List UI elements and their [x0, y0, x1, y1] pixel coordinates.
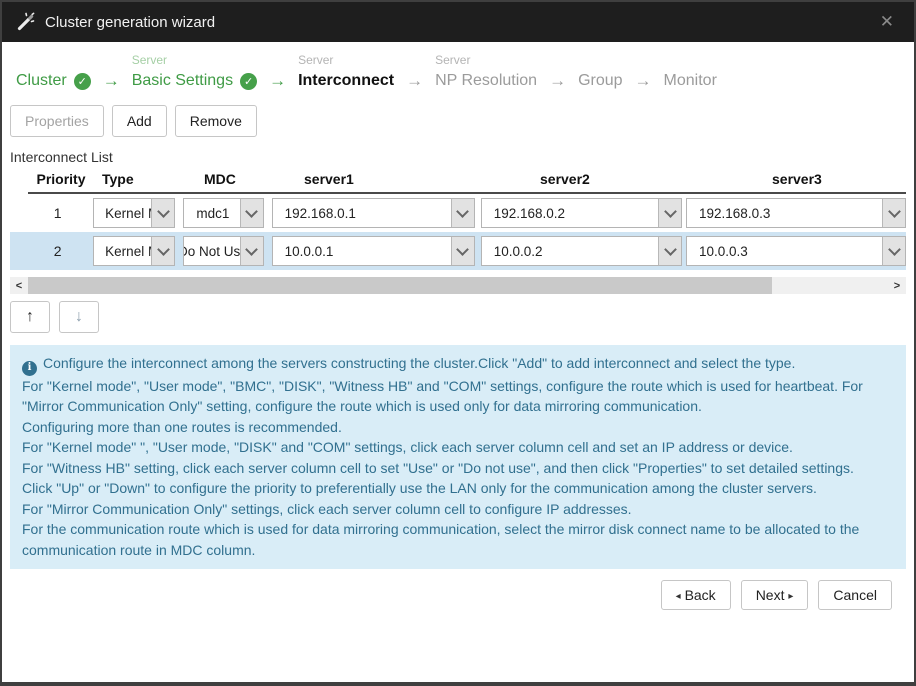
step-np-resolution-label: NP Resolution: [435, 72, 537, 90]
step-group[interactable]: Group: [578, 52, 622, 93]
horizontal-scrollbar[interactable]: < >: [10, 277, 906, 294]
move-down-button[interactable]: ↓: [59, 301, 99, 333]
step-basic-settings[interactable]: Server Basic Settings✓: [132, 52, 257, 93]
info-line: For "Kernel mode", "User mode", "BMC", "…: [22, 376, 894, 417]
column-header-priority: Priority: [30, 171, 92, 187]
info-line: For "Witness HB" setting, click each ser…: [22, 458, 894, 479]
priority-value: 2: [30, 243, 85, 259]
chevron-down-icon[interactable]: [658, 237, 681, 265]
scrollbar-track[interactable]: [28, 277, 888, 294]
server1-combo[interactable]: 10.0.0.1: [272, 236, 475, 266]
properties-button[interactable]: Properties: [10, 105, 104, 137]
table-row[interactable]: 1 Kernel Mode mdc1 192.168.0.1 192.168.0…: [10, 194, 906, 232]
step-monitor[interactable]: Monitor: [664, 52, 717, 93]
toolbar: Properties Add Remove: [10, 105, 906, 137]
chevron-down-icon[interactable]: [882, 237, 905, 265]
chevron-down-icon[interactable]: [882, 199, 905, 227]
magic-wand-icon: [16, 12, 36, 32]
next-button[interactable]: Next ▸: [741, 580, 809, 610]
step-group-label: Group: [578, 72, 622, 90]
info-line: iConfigure the interconnect among the se…: [22, 353, 894, 376]
remove-button[interactable]: Remove: [175, 105, 257, 137]
wizard-breadcrumb: Cluster✓ → Server Basic Settings✓ → Serv…: [16, 52, 900, 93]
info-line: For "Kernel mode" ", "User mode, "DISK" …: [22, 437, 894, 458]
next-arrow-icon: ▸: [788, 591, 793, 602]
server2-combo[interactable]: 10.0.0.2: [481, 236, 682, 266]
footer-actions: ◂ Back Next ▸ Cancel: [10, 569, 906, 610]
cluster-generation-wizard-dialog: Cluster generation wizard ✕ Cluster ✓ → S…: [0, 0, 916, 686]
dialog-content: Cluster✓ → Server Basic Settings✓ → Serv…: [2, 42, 914, 682]
column-header-mdc: MDC: [202, 171, 294, 187]
mdc-select[interactable]: Do Not Use: [183, 236, 263, 266]
add-button[interactable]: Add: [112, 105, 167, 137]
type-select[interactable]: Kernel Mode: [93, 198, 175, 228]
scroll-right-icon[interactable]: >: [888, 277, 906, 294]
server1-combo[interactable]: 192.168.0.1: [272, 198, 475, 228]
chevron-down-icon[interactable]: [658, 199, 681, 227]
arrow-right-icon: →: [91, 69, 132, 93]
info-line: Click "Up" or "Down" to configure the pr…: [22, 478, 894, 499]
title-bar: Cluster generation wizard ✕: [2, 2, 914, 42]
arrow-right-icon: →: [394, 69, 435, 93]
scroll-left-icon[interactable]: <: [10, 277, 28, 294]
server2-combo[interactable]: 192.168.0.2: [481, 198, 682, 228]
window-title: Cluster generation wizard: [45, 14, 215, 31]
info-box: iConfigure the interconnect among the se…: [10, 345, 906, 569]
column-header-server3: server3: [770, 171, 822, 187]
move-up-button[interactable]: ↑: [10, 301, 50, 333]
step-np-resolution[interactable]: Server NP Resolution: [435, 52, 537, 93]
column-header-server1: server1: [302, 171, 532, 187]
check-circle-icon: ✓: [240, 73, 257, 90]
step-cluster-label: Cluster: [16, 72, 67, 90]
table-row[interactable]: 2 Kernel Mode Do Not Use 10.0.0.1 10.0.0…: [10, 232, 906, 270]
reorder-controls: ↑ ↓: [10, 301, 906, 333]
column-header-type: Type: [100, 171, 194, 187]
step-interconnect-label: Interconnect: [298, 72, 394, 90]
arrow-right-icon: →: [623, 69, 664, 93]
cancel-button[interactable]: Cancel: [818, 580, 892, 610]
arrow-right-icon: →: [257, 69, 298, 93]
info-line: Configuring more than one routes is reco…: [22, 417, 894, 438]
server3-combo[interactable]: 192.168.0.3: [686, 198, 906, 228]
info-line: For "Mirror Communication Only" settings…: [22, 499, 894, 520]
back-arrow-icon: ◂: [676, 591, 681, 602]
check-circle-icon: ✓: [74, 73, 91, 90]
chevron-down-icon[interactable]: [240, 237, 263, 265]
table-header: Priority Type MDC server1 server2 server…: [10, 171, 906, 192]
step-basic-settings-label: Basic Settings: [132, 72, 233, 90]
server3-combo[interactable]: 10.0.0.3: [686, 236, 906, 266]
priority-value: 1: [30, 205, 85, 221]
step-monitor-label: Monitor: [664, 72, 717, 90]
step-interconnect[interactable]: Server Interconnect: [298, 52, 394, 93]
column-header-server2: server2: [538, 171, 766, 187]
back-button[interactable]: ◂ Back: [661, 580, 731, 610]
chevron-down-icon[interactable]: [451, 199, 474, 227]
chevron-down-icon[interactable]: [240, 199, 263, 227]
chevron-down-icon[interactable]: [151, 237, 174, 265]
interconnect-list-label: Interconnect List: [10, 149, 906, 165]
step-cluster[interactable]: Cluster ✓: [16, 52, 91, 93]
arrow-right-icon: →: [537, 69, 578, 93]
chevron-down-icon[interactable]: [451, 237, 474, 265]
info-icon: i: [22, 361, 37, 376]
chevron-down-icon[interactable]: [151, 199, 174, 227]
info-line: For the communication route which is use…: [22, 519, 894, 560]
mdc-select[interactable]: mdc1: [183, 198, 263, 228]
close-icon[interactable]: ✕: [874, 12, 900, 32]
scrollbar-thumb[interactable]: [28, 277, 772, 294]
type-select[interactable]: Kernel Mode: [93, 236, 175, 266]
